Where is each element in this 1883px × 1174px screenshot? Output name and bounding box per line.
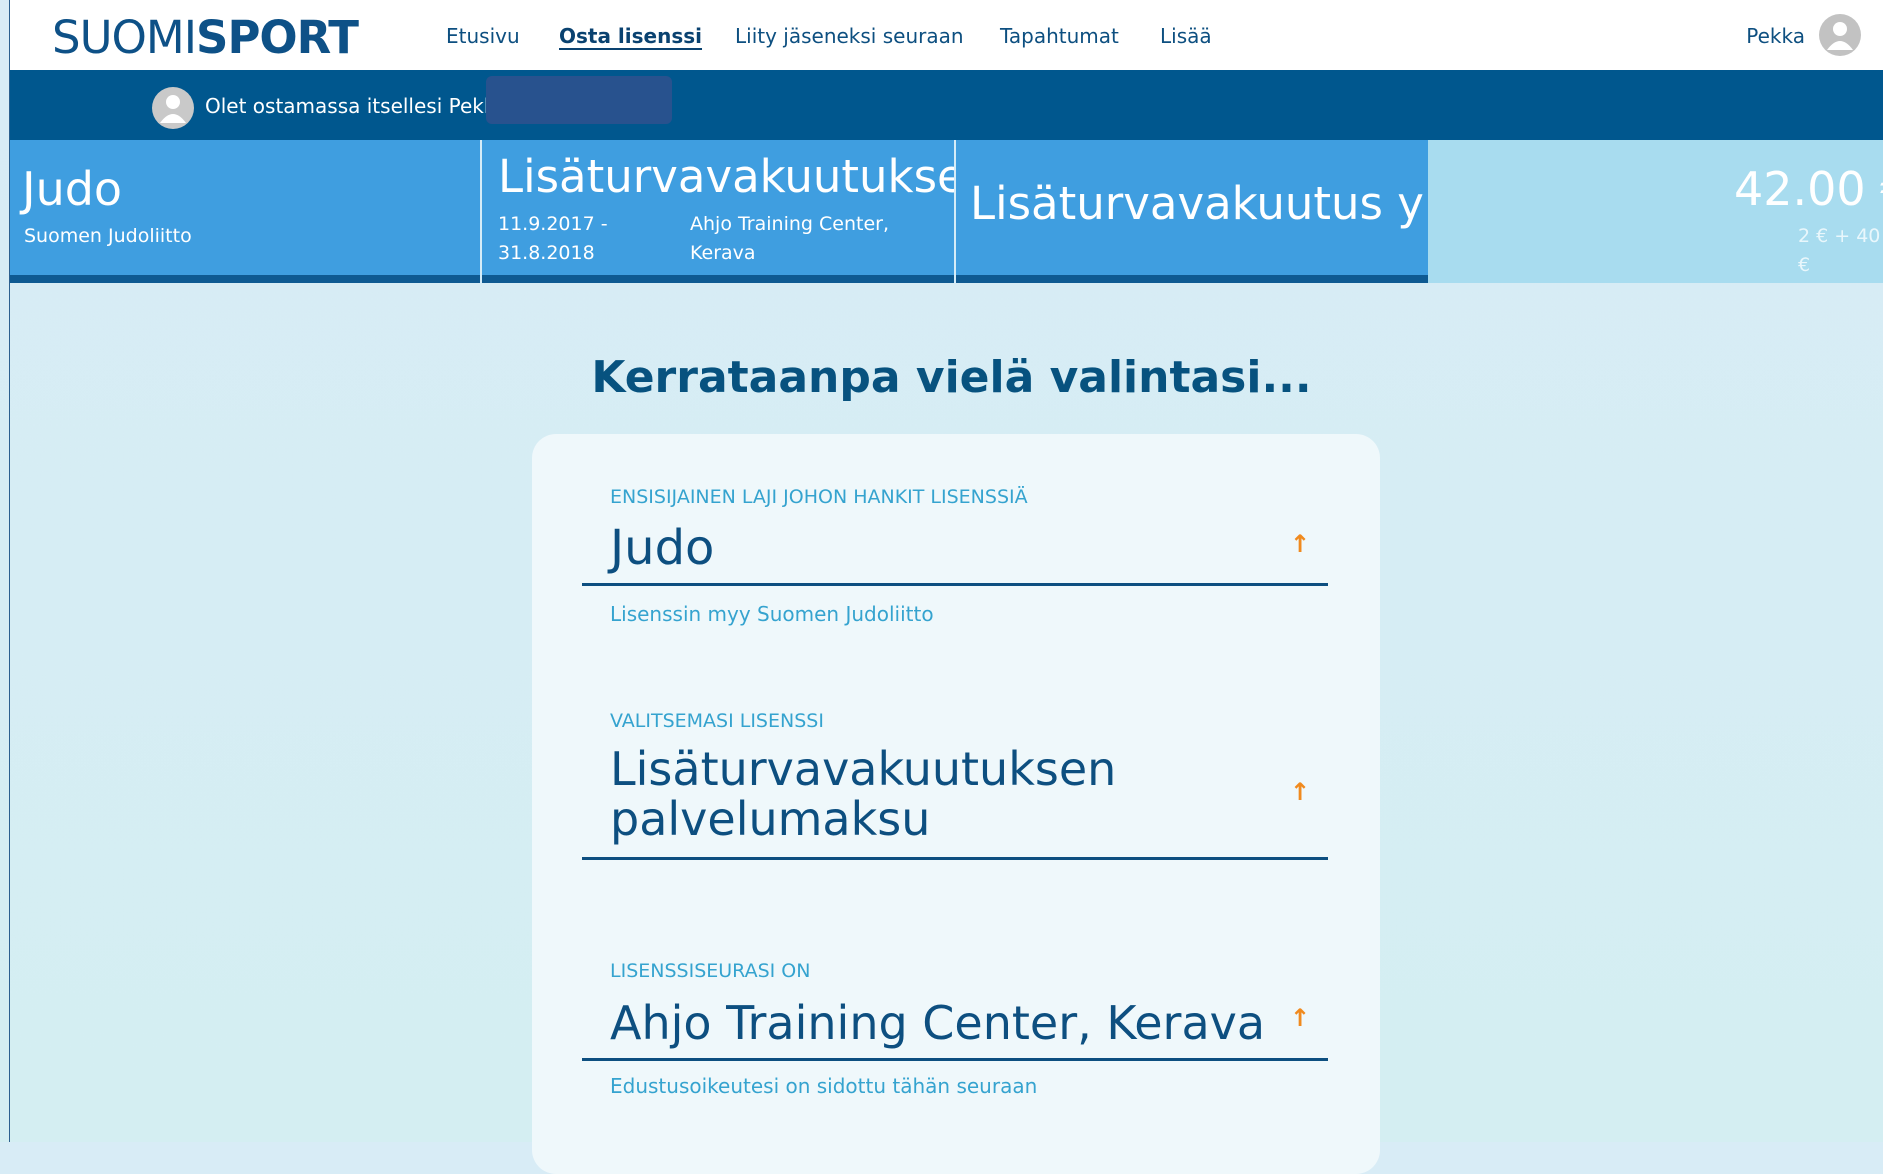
field-sport-help: Lisenssin myy Suomen Judoliitto bbox=[610, 602, 934, 626]
field-club-help: Edustusoikeutesi on sidottu tähän seuraa… bbox=[610, 1074, 1038, 1098]
field-club-value: Ahjo Training Center, Kerava bbox=[610, 996, 1266, 1050]
logo-bold-text: SPORT bbox=[196, 11, 359, 64]
arrow-up-edit-icon[interactable]: ↑ bbox=[1290, 1004, 1310, 1032]
nav-tapahtumat[interactable]: Tapahtumat bbox=[1000, 24, 1119, 48]
nav-osta-lisenssi[interactable]: Osta lisenssi bbox=[559, 24, 702, 48]
summary-price: 42.00 € 2 € + 40 € bbox=[1428, 140, 1883, 283]
summary-license[interactable]: Lisäturvavakuutuksen palvelumaksu 11.9.2… bbox=[482, 140, 954, 283]
field-underline bbox=[582, 1058, 1328, 1061]
summary-sport-subtitle: Suomen Judoliitto bbox=[24, 225, 192, 247]
field-club-label: Lisenssiseurasi on bbox=[610, 960, 811, 982]
field-sport-value: Judo bbox=[610, 520, 715, 576]
top-navigation: SUOMISPORT Etusivu Osta lisenssi Liity j… bbox=[10, 0, 1883, 70]
review-heading: Kerrataanpa vielä valintasi... bbox=[591, 352, 1312, 403]
user-avatar-icon[interactable] bbox=[1819, 14, 1861, 56]
price-total: 42.00 € bbox=[1734, 162, 1883, 216]
field-underline bbox=[582, 857, 1328, 860]
acting-as-text: Olet ostamassa itsellesi Pekka bbox=[205, 94, 508, 118]
field-sport-label: Ensisijainen laji johon hankit lisenssiä bbox=[610, 486, 1028, 508]
nav-lisaa[interactable]: Lisää bbox=[1160, 24, 1212, 48]
nav-liity-jaseneksi[interactable]: Liity jäseneksi seuraan bbox=[735, 24, 964, 48]
field-underline bbox=[582, 583, 1328, 586]
nav-etusivu[interactable]: Etusivu bbox=[446, 24, 520, 48]
price-breakdown: 2 € + 40 € bbox=[1798, 225, 1881, 276]
field-license-value: Lisäturvavakuutuksen palvelumaksu bbox=[610, 742, 1117, 846]
summary-insurance[interactable]: Lisäturvavakuutus yli 18 bbox=[956, 140, 1428, 283]
page-left-border bbox=[9, 0, 10, 1142]
redacted-surname bbox=[486, 76, 672, 124]
summary-license-club: Ahjo Training Center, Kerava bbox=[690, 213, 889, 264]
field-license-label: Valitsemasi lisenssi bbox=[610, 710, 824, 732]
summary-insurance-title: Lisäturvavakuutus yli 18 bbox=[970, 177, 1428, 230]
arrow-up-edit-icon[interactable]: ↑ bbox=[1290, 778, 1310, 806]
user-name[interactable]: Pekka bbox=[1746, 24, 1805, 48]
person-avatar-icon bbox=[152, 87, 194, 129]
summary-license-title: Lisäturvavakuutuksen palvelumaksu bbox=[498, 150, 954, 203]
summary-sport-title: Judo bbox=[22, 162, 123, 216]
logo-light-text: SUOMI bbox=[52, 11, 197, 64]
arrow-up-edit-icon[interactable]: ↑ bbox=[1290, 530, 1310, 558]
suomisport-logo[interactable]: SUOMISPORT bbox=[52, 11, 359, 64]
review-card: Ensisijainen laji johon hankit lisenssiä… bbox=[532, 434, 1380, 1174]
acting-as-bar: Olet ostamassa itsellesi Pekka bbox=[10, 70, 1883, 140]
summary-sport[interactable]: Judo Suomen Judoliitto bbox=[10, 140, 480, 283]
summary-license-dates: 11.9.2017 - 31.8.2018 bbox=[498, 213, 608, 264]
